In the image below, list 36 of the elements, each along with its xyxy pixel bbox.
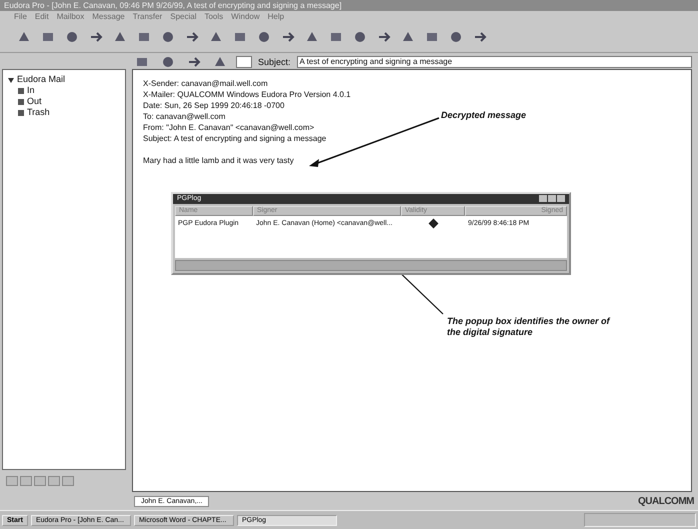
message-body: Mary had a little lamb and it was very tasty	[143, 155, 294, 166]
validity-icon	[428, 218, 438, 228]
menu-item[interactable]: Message	[92, 11, 125, 22]
annotation: Decrypted message	[441, 110, 526, 121]
scrollbar[interactable]	[175, 260, 567, 271]
header-line: From: "John E. Canavan" <canavan@well.com>	[143, 122, 314, 133]
header-line: X-Mailer: QUALCOMM Windows Eudora Pro Version 4.0.1	[143, 89, 351, 100]
annotation: The popup box identifies the owner of the digital signature	[447, 316, 612, 338]
mailbox-folder[interactable]: Eudora Mail	[7, 74, 121, 85]
menu-item[interactable]: Help	[268, 11, 284, 22]
menu-item[interactable]: Special	[170, 11, 196, 22]
folder-item[interactable]: In	[17, 85, 121, 96]
priority-dropdown[interactable]	[236, 56, 252, 68]
window-title: Eudora Pro - [John E. Canavan, 09:46 PM 9/26/99, A test of encrypting and signing a message]	[4, 0, 342, 11]
circle-icon	[448, 29, 464, 45]
menu-item[interactable]: File	[14, 11, 27, 22]
header-line: Date: Sun, 26 Sep 1999 20:46:18 -0700	[143, 100, 284, 111]
logo: QUALCOMM	[638, 496, 694, 506]
folder-item[interactable]: Trash	[17, 107, 121, 118]
expand-icon	[7, 76, 15, 84]
menu-item[interactable]: Mailbox	[56, 11, 84, 22]
circle-icon	[160, 29, 176, 45]
header-line: Subject: A test of encrypting and signing a message	[143, 133, 326, 144]
subject-label: Subject:	[258, 57, 291, 67]
menu-item[interactable]: Edit	[34, 11, 49, 22]
header-line: To: canavan@well.com	[143, 111, 226, 122]
header-line: X-Sender: canavan@mail.well.com	[143, 78, 268, 89]
circle-icon	[352, 29, 368, 45]
menu-item[interactable]: Transfer	[132, 11, 162, 22]
circle-icon	[256, 29, 272, 45]
menu-item[interactable]: Tools	[204, 11, 224, 22]
folder-item[interactable]: Out	[17, 96, 121, 107]
circle-icon	[160, 54, 176, 70]
subject-field[interactable]: A test of encrypting and signing a message	[296, 56, 692, 68]
circle-icon	[64, 29, 80, 45]
menu-item[interactable]: Window	[231, 11, 260, 22]
